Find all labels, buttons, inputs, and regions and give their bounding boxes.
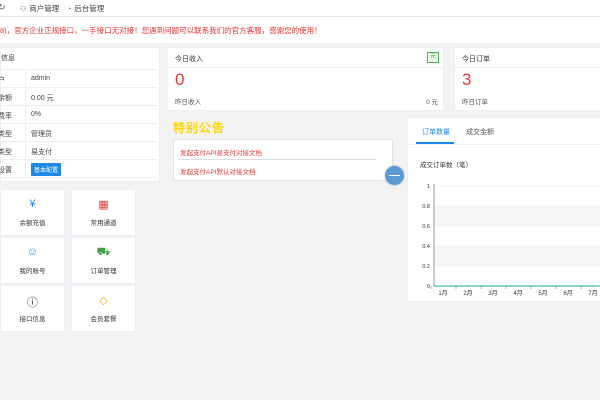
merchant-info-card: 信息 户 admin 余额 0.00 元 费率 0% 类型 管理员 类型 易支付 设置 基本…	[0, 47, 160, 182]
announcement-link[interactable]: 发起支付API默认对接文档	[180, 166, 255, 176]
series-point	[492, 285, 494, 287]
x-tick-label: 4月	[513, 290, 522, 297]
refresh-icon[interactable]: ↻	[0, 2, 6, 13]
series-point	[467, 285, 469, 287]
table-row: 户 admin	[0, 70, 157, 88]
notice-text: 8)，官方企业正规接口，一手接口无对接！您遇到问题可以联系我们的官方客服，感谢您…	[0, 26, 322, 35]
order-chart: 0 0.2 0.4 0.6 0.8 1 1月 2月 3月 4月 5月 6月 7月	[422, 184, 600, 297]
stat-sub-label: 昨日订单	[462, 99, 488, 106]
row-key: 类型	[0, 149, 12, 156]
tile-common-channels[interactable]: ▦ 常用通道	[71, 189, 136, 236]
tile-label: 我的账号	[19, 268, 46, 275]
user-icon: ☺	[26, 246, 39, 258]
row-value: 0%	[31, 111, 42, 118]
row-value: 管理员	[31, 131, 52, 138]
table-row: 余额 0.00 元	[0, 88, 157, 106]
y-tick-label: 1	[427, 184, 430, 190]
row-key: 户	[0, 77, 5, 84]
stat-title: 今日订单	[462, 56, 490, 63]
diamond-icon: ◇	[99, 295, 108, 307]
top-navbar: ↻ ⚇ 商户管理 ◔ 后台管理	[0, 0, 600, 17]
x-tick-label: 1月	[438, 290, 447, 297]
series-point	[442, 285, 444, 287]
merchant-info-table: 户 admin 余额 0.00 元 费率 0% 类型 管理员 类型 易支付 设置 基本配置	[0, 69, 157, 178]
y-tick-label: 0	[427, 284, 430, 290]
dashboard-icon: ◔	[67, 6, 72, 13]
nav-label: 后台管理	[74, 4, 105, 13]
grid-band	[434, 246, 600, 266]
chart-panel: 订单数量 成交金额 成交订单数（笔） 0 0.2 0.4 0.6 0.8 1 1月 2月 3月 4…	[407, 117, 600, 302]
x-tick-label: 3月	[488, 290, 497, 297]
series-point	[517, 285, 519, 287]
stat-title: 今日收入	[175, 56, 203, 63]
grid-band	[434, 206, 600, 226]
tile-label: 会员套餐	[90, 316, 117, 323]
y-tick-label: 0.2	[422, 264, 430, 270]
tile-membership-plan[interactable]: ◇ 会员套餐	[71, 285, 136, 332]
info-icon: ⓘ	[27, 297, 38, 309]
table-row: 费率 0%	[0, 106, 157, 124]
x-tick-label: 6月	[563, 290, 572, 297]
today-income-card: 今日收入 元 0 昨日收入 0 元	[167, 47, 444, 111]
series-point	[592, 285, 594, 287]
row-value: 易支付	[31, 149, 52, 156]
announcement-heading: 特别公告	[173, 121, 226, 135]
series-point	[567, 285, 569, 287]
announcement-panel: 特别公告 发起支付API易支付对接文档 发起支付API默认对接文档	[169, 117, 393, 183]
row-key: 费率	[0, 113, 12, 120]
nav-admin-management[interactable]: ◔ 后台管理	[67, 3, 104, 14]
x-tick-label: 2月	[463, 290, 472, 297]
announcement-list: 发起支付API易支付对接文档 发起支付API默认对接文档	[173, 139, 393, 181]
x-tick-label: 5月	[538, 290, 547, 297]
tile-label: 余额充值	[19, 220, 46, 227]
stat-sub-value: 0 元	[426, 99, 438, 106]
yen-icon: ¥	[29, 198, 36, 210]
table-row: 类型 管理员	[0, 124, 157, 142]
tile-order-management[interactable]: ⛟ 订单管理	[71, 237, 136, 284]
card-title: 信息	[1, 55, 15, 62]
table-row: 类型 易支付	[0, 142, 157, 160]
announcement-link[interactable]: 发起支付API易支付对接文档	[180, 147, 262, 157]
row-value: 0.00 元	[31, 95, 54, 102]
tile-my-account[interactable]: ☺ 我的账号	[0, 237, 65, 284]
tile-balance-recharge[interactable]: ¥ 余额充值	[0, 189, 65, 236]
stat-value: 0	[175, 70, 185, 89]
row-value: admin	[31, 75, 51, 82]
floating-action-button[interactable]	[385, 166, 404, 185]
stat-sub-label: 昨日收入	[175, 99, 201, 106]
x-tick-label: 7月	[588, 290, 597, 297]
basic-config-button[interactable]: 基本配置	[31, 163, 62, 176]
tile-label: 常用通道	[90, 220, 117, 227]
series-point	[542, 285, 544, 287]
y-tick-label: 0.4	[422, 244, 430, 250]
row-key: 类型	[0, 131, 12, 138]
nav-merchant-management[interactable]: ⚇ 商户管理	[20, 3, 59, 14]
tile-label: 接口信息	[19, 316, 46, 323]
stat-value: 3	[462, 70, 472, 89]
grid-icon: ▦	[98, 199, 109, 211]
tile-label: 订单管理	[90, 268, 117, 275]
y-tick-label: 0.6	[422, 224, 430, 230]
y-tick-label: 0.8	[422, 204, 430, 210]
cart-icon: ⛟	[96, 246, 111, 258]
nav-label: 商户管理	[29, 4, 60, 13]
tile-interface-info[interactable]: ⓘ 接口信息	[0, 285, 65, 332]
today-orders-card: 今日订单 3 昨日订单	[454, 47, 600, 111]
user-icon: ⚇	[20, 6, 27, 13]
row-key: 设置	[0, 167, 12, 174]
row-key: 余额	[0, 95, 12, 102]
table-row: 设置 基本配置	[0, 160, 157, 178]
notice-bar: 8)，官方企业正规接口，一手接口无对接！您遇到问题可以联系我们的官方客服，感谢您…	[0, 17, 600, 43]
unit-badge: 元	[426, 52, 439, 63]
